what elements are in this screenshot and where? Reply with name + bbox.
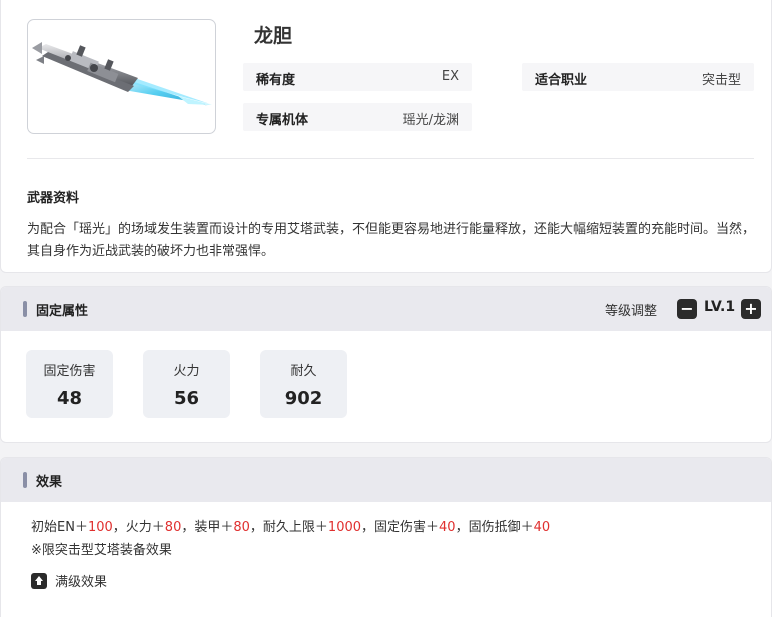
stat-value: 48 [56, 388, 83, 409]
stat-tile-durability: 耐久 902 [260, 350, 347, 418]
effect-title: 效果 [36, 475, 63, 490]
lore-heading: 武器资料 [27, 191, 80, 206]
level-minus-button[interactable]: − [677, 299, 697, 319]
effect-number: 1000 [327, 520, 362, 535]
stat-name: 火力 [173, 364, 200, 379]
attr-mech: 专属机体 瑶光/龙渊 [243, 103, 472, 131]
fixed-props-header: 固定属性 等级调整 − LV.1 + [1, 287, 771, 331]
effect-text: ，固伤抵御＋ [455, 520, 534, 535]
upgrade-arrow-icon [31, 573, 47, 589]
attr-mech-label: 专属机体 [256, 113, 309, 128]
attr-rarity-value: EX [441, 69, 459, 84]
level-plus-button[interactable]: + [741, 299, 761, 319]
section-accent-bar [23, 301, 27, 317]
weapon-image [27, 19, 216, 134]
effect-number: 40 [439, 520, 456, 535]
stat-tile-fixed-damage: 固定伤害 48 [26, 350, 113, 418]
attr-mech-value: 瑶光/龙渊 [402, 113, 459, 128]
effect-note: ※限突击型艾塔装备效果 [31, 543, 172, 558]
effect-text: 初始EN＋ [31, 520, 88, 535]
attr-rarity: 稀有度 EX [243, 63, 472, 91]
effect-text: ，火力＋ [112, 520, 165, 535]
stat-name: 耐久 [290, 364, 317, 379]
divider [27, 158, 754, 159]
weapon-spear-icon [32, 42, 212, 106]
section-accent-bar [23, 472, 27, 488]
effect-text: ，装甲＋ [181, 520, 234, 535]
fixed-props-title: 固定属性 [36, 304, 89, 319]
effect-text: ，耐久上限＋ [249, 520, 328, 535]
lore-text: 为配合「瑶光」的场域发生装置而设计的专用艾塔武装，不但能更容易地进行能量释放，还… [27, 222, 756, 259]
level-value: LV.1 [704, 299, 736, 315]
effect-description: 初始EN＋100，火力＋80，装甲＋80，耐久上限＋1000，固定伤害＋40，固… [31, 516, 550, 535]
attr-rarity-label: 稀有度 [256, 73, 296, 88]
max-level-effect-toggle[interactable]: 满级效果 [31, 571, 107, 590]
effect-number: 40 [533, 520, 551, 535]
stat-name: 固定伤害 [43, 364, 96, 379]
effect-number: 80 [164, 520, 182, 535]
stat-tile-firepower: 火力 56 [143, 350, 230, 418]
effect-number: 80 [233, 520, 250, 535]
stat-value: 56 [173, 388, 200, 409]
attr-class-label: 适合职业 [535, 73, 588, 88]
stat-value: 902 [284, 388, 323, 409]
max-level-label: 满级效果 [55, 575, 108, 590]
effect-number: 100 [87, 520, 113, 535]
effect-text: ，固定伤害＋ [361, 520, 440, 535]
effect-card: 效果 初始EN＋100，火力＋80，装甲＋80，耐久上限＋1000，固定伤害＋4… [0, 457, 772, 617]
effect-header: 效果 [1, 458, 771, 502]
level-adjust-label: 等级调整 [605, 304, 658, 319]
weapon-name: 龙胆 [254, 25, 293, 47]
weapon-info-card: 龙胆 稀有度 EX 适合职业 突击型 专属机体 瑶光/龙渊 武器资料 为配合「瑶… [0, 0, 772, 273]
attr-class-value: 突击型 [701, 73, 741, 88]
attr-class: 适合职业 突击型 [522, 63, 754, 91]
fixed-props-card: 固定属性 等级调整 − LV.1 + 固定伤害 48 火力 56 耐久 902 [0, 286, 772, 443]
